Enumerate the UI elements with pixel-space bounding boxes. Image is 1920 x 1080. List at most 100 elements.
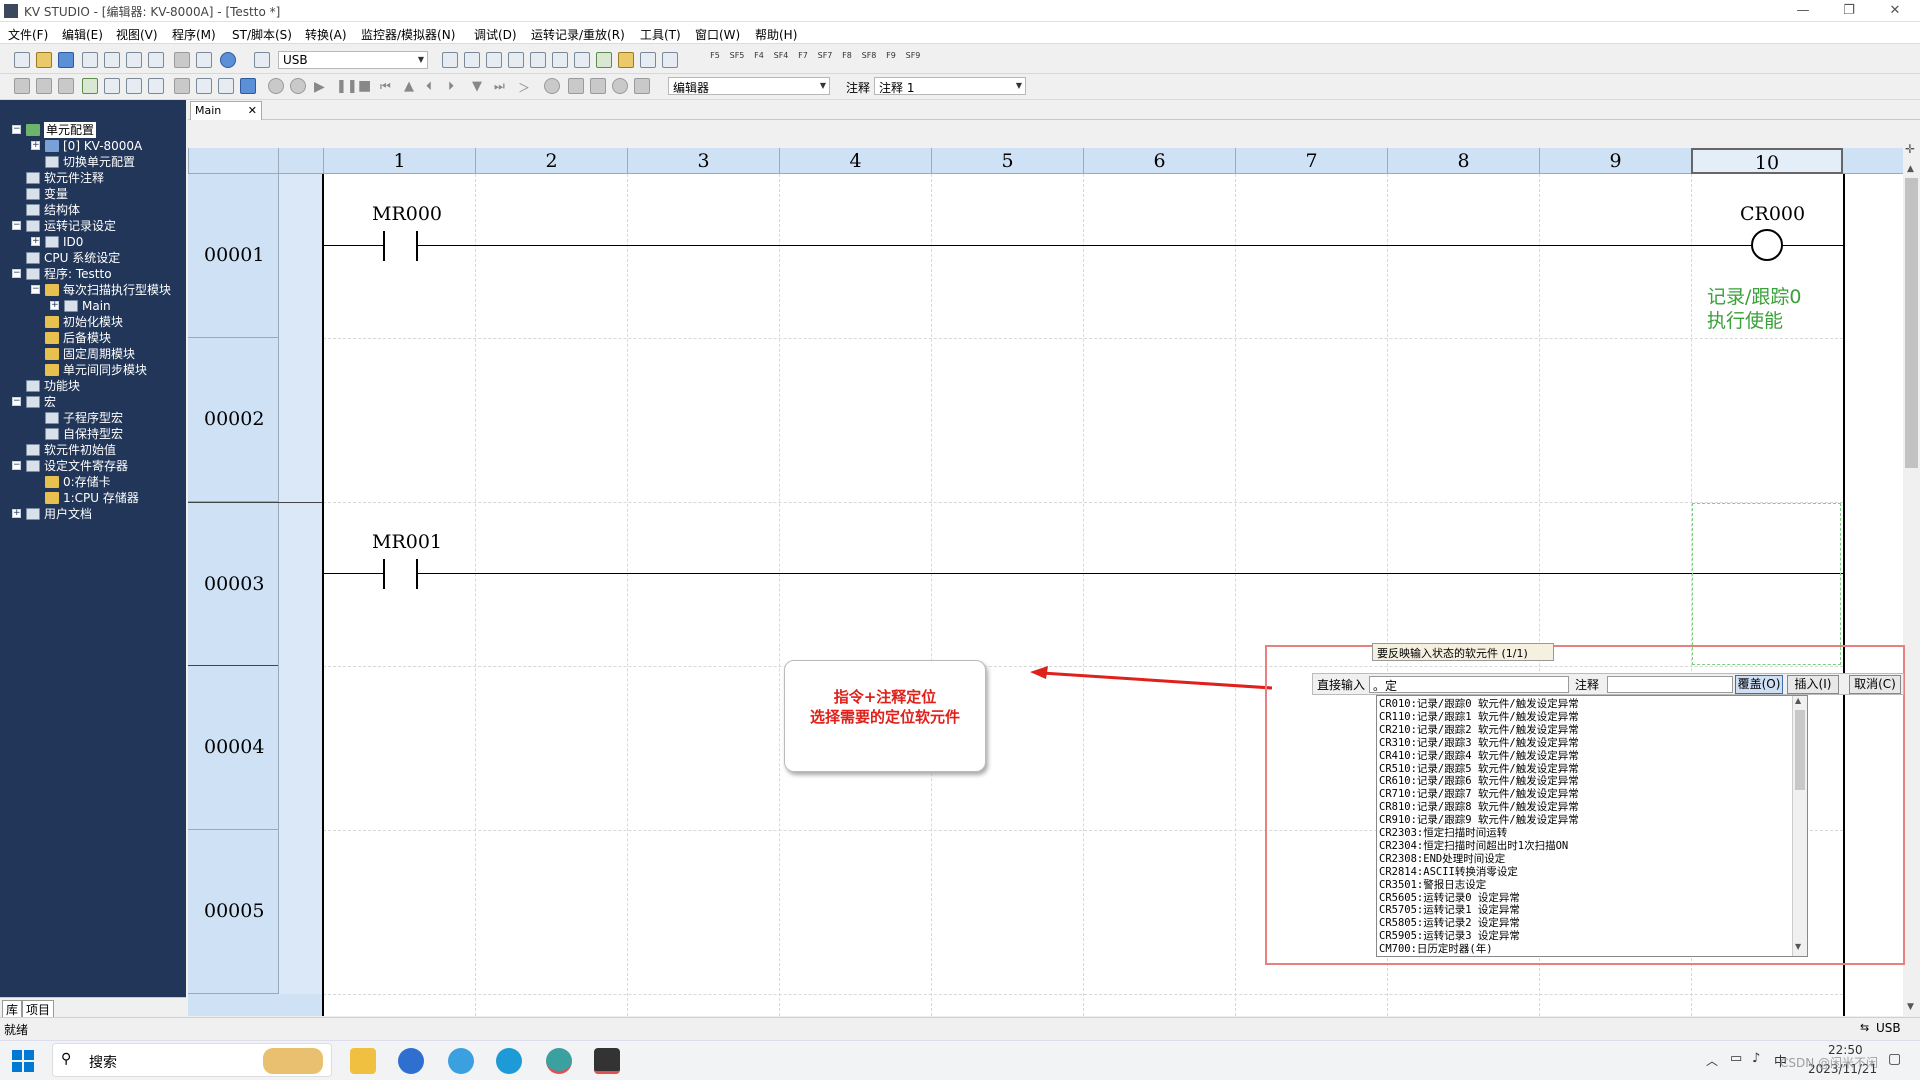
grid-icon[interactable] [126, 78, 142, 94]
collapse-icon[interactable]: − [12, 125, 21, 134]
overwrite-button[interactable]: 覆盖(O) [1735, 675, 1783, 694]
device-list-item[interactable]: CR5805:运转记录2 设定异常 [1379, 917, 1520, 930]
collapse-icon[interactable]: − [12, 221, 21, 230]
step-up-icon[interactable]: ▲ [404, 79, 414, 94]
play-icon[interactable]: ▶ [314, 79, 325, 95]
split-vertical-icon[interactable]: ✛ [1905, 142, 1915, 156]
network-icon[interactable]: ▭ [1730, 1051, 1742, 1066]
contact-mr000[interactable] [383, 231, 385, 261]
tree-item[interactable]: + [0] KV-8000A [0, 138, 186, 154]
minimize-button[interactable]: — [1780, 0, 1826, 22]
tree-item[interactable]: 1:CPU 存储器 [0, 490, 186, 506]
checklist-icon[interactable] [82, 78, 98, 94]
menu-st-script[interactable]: ST/脚本(S) [232, 26, 292, 43]
column-8[interactable]: 8 [1387, 148, 1539, 174]
print-icon[interactable] [174, 52, 190, 68]
taskbar-search[interactable]: ⚲ 搜索 [52, 1043, 332, 1077]
device-list-item[interactable]: CR5705:运转记录1 设定异常 [1379, 904, 1520, 917]
tray-chevron-icon[interactable]: ︿ [1706, 1052, 1718, 1069]
fast-forward-icon[interactable]: ⏭ [494, 79, 505, 94]
f5-contact-icon[interactable]: F5 [706, 51, 724, 69]
scroll-thumb[interactable] [1905, 178, 1918, 468]
table-icon[interactable] [104, 78, 120, 94]
menu-view[interactable]: 视图(V) [116, 26, 158, 43]
column-5[interactable]: 5 [931, 148, 1083, 174]
tree-item[interactable]: 切换单元配置 [0, 154, 186, 170]
row-header[interactable]: 00004 [188, 666, 323, 830]
scroll-down-icon[interactable]: ▼ [1795, 942, 1801, 951]
tree-item[interactable]: + Main [0, 298, 186, 314]
comment-display-icon[interactable] [662, 52, 678, 68]
expand-icon[interactable]: + [50, 301, 59, 310]
next-icon[interactable]: ＞ [518, 79, 530, 96]
tab-main[interactable]: Main ✕ [190, 101, 262, 120]
hand-icon[interactable] [568, 78, 584, 94]
device-list-item[interactable]: CR5605:运转记录0 设定异常 [1379, 892, 1520, 905]
tree-item[interactable]: 软元件注释 [0, 170, 186, 186]
tree-item[interactable]: 0:存储卡 [0, 474, 186, 490]
list-numbered-icon[interactable] [58, 78, 74, 94]
scroll-up-icon[interactable]: ▲ [1907, 164, 1914, 174]
close-button[interactable]: ✕ [1872, 0, 1918, 22]
save-as-icon[interactable] [82, 52, 98, 68]
edit-pen-icon[interactable] [14, 78, 30, 94]
read-from-plc-icon[interactable] [464, 52, 480, 68]
help-icon[interactable] [220, 52, 236, 68]
row-header[interactable]: 00005 [188, 830, 323, 994]
device-list-item[interactable]: CR410:记录/跟踪4 软元件/触发设定异常 [1379, 750, 1579, 763]
tree-item[interactable]: − 宏 [0, 394, 186, 410]
sf7-coil-icon[interactable]: SF7 [816, 51, 834, 69]
menu-operation-record[interactable]: 运转记录/重放(R) [531, 26, 625, 43]
edge-beta-icon[interactable] [496, 1048, 522, 1074]
import-icon[interactable] [104, 52, 120, 68]
expand-icon[interactable]: + [31, 141, 40, 150]
coil-cr000[interactable] [1751, 229, 1783, 261]
device-list-item[interactable]: CR610:记录/跟踪6 软元件/触发设定异常 [1379, 775, 1579, 788]
tree-item[interactable]: 单元间同步模块 [0, 362, 186, 378]
tree-item[interactable]: − 每次扫描执行型模块 [0, 282, 186, 298]
step-forward-icon[interactable]: ⏵ [448, 79, 454, 94]
tree-item[interactable]: − 单元配置 [0, 122, 186, 138]
scroll-up-icon[interactable]: ▲ [1795, 696, 1801, 705]
online-edit-icon[interactable] [508, 52, 524, 68]
insert-button[interactable]: 插入(I) [1787, 675, 1839, 694]
sim-icon[interactable] [174, 78, 190, 94]
connection-combo[interactable]: USB ▼ [278, 51, 428, 69]
new-file-icon[interactable] [14, 52, 30, 68]
list-icon[interactable] [36, 78, 52, 94]
f9-line-icon[interactable]: F9 [882, 51, 900, 69]
dev-icon[interactable] [640, 52, 656, 68]
cursor-cell[interactable] [1692, 503, 1841, 665]
sf8-instruction-icon[interactable]: SF8 [860, 51, 878, 69]
close-icon[interactable]: ✕ [248, 104, 257, 117]
scroll-down-icon[interactable]: ▼ [1907, 1002, 1914, 1012]
cross-reference-icon[interactable] [574, 52, 590, 68]
menu-debug[interactable]: 调试(D) [474, 26, 517, 43]
device-list-icon[interactable] [596, 52, 612, 68]
maximize-button[interactable]: ❐ [1826, 0, 1872, 22]
tree-item[interactable]: 初始化模块 [0, 314, 186, 330]
contact-mr001-right[interactable] [416, 559, 418, 589]
device-list-item[interactable]: CR510:记录/跟踪5 软元件/触发设定异常 [1379, 763, 1579, 776]
list-scrollbar[interactable]: ▲ ▼ [1792, 696, 1807, 956]
comment-combo[interactable]: 注释 1 ▼ [874, 77, 1026, 95]
project-icon[interactable] [148, 52, 164, 68]
find-icon[interactable] [530, 52, 546, 68]
device-list-item[interactable]: CR010:记录/跟踪0 软元件/触发设定异常 [1379, 698, 1579, 711]
device-list-item[interactable]: CR210:记录/跟踪2 软元件/触发设定异常 [1379, 724, 1579, 737]
f4-contact-icon[interactable]: F4 [750, 51, 768, 69]
contact-mr000-right[interactable] [416, 231, 418, 261]
tree-item[interactable]: 自保持型宏 [0, 426, 186, 442]
device-list-item[interactable]: CR2303:恒定扫描时间运转 [1379, 827, 1507, 840]
rewind-icon[interactable]: ⏮ [380, 79, 391, 94]
tree-item[interactable]: 结构体 [0, 202, 186, 218]
tree-item[interactable]: 后备模块 [0, 330, 186, 346]
bar-icon[interactable] [634, 78, 650, 94]
tree-item[interactable]: 功能块 [0, 378, 186, 394]
tree-item[interactable]: 固定周期模块 [0, 346, 186, 362]
app-blue-icon[interactable] [398, 1048, 424, 1074]
step-down-icon[interactable]: ▼ [472, 79, 482, 94]
device-list-item[interactable]: CR110:记录/跟踪1 软元件/触发设定异常 [1379, 711, 1579, 724]
transfer-to-plc-icon[interactable] [442, 52, 458, 68]
breakpoint-icon[interactable] [196, 78, 212, 94]
